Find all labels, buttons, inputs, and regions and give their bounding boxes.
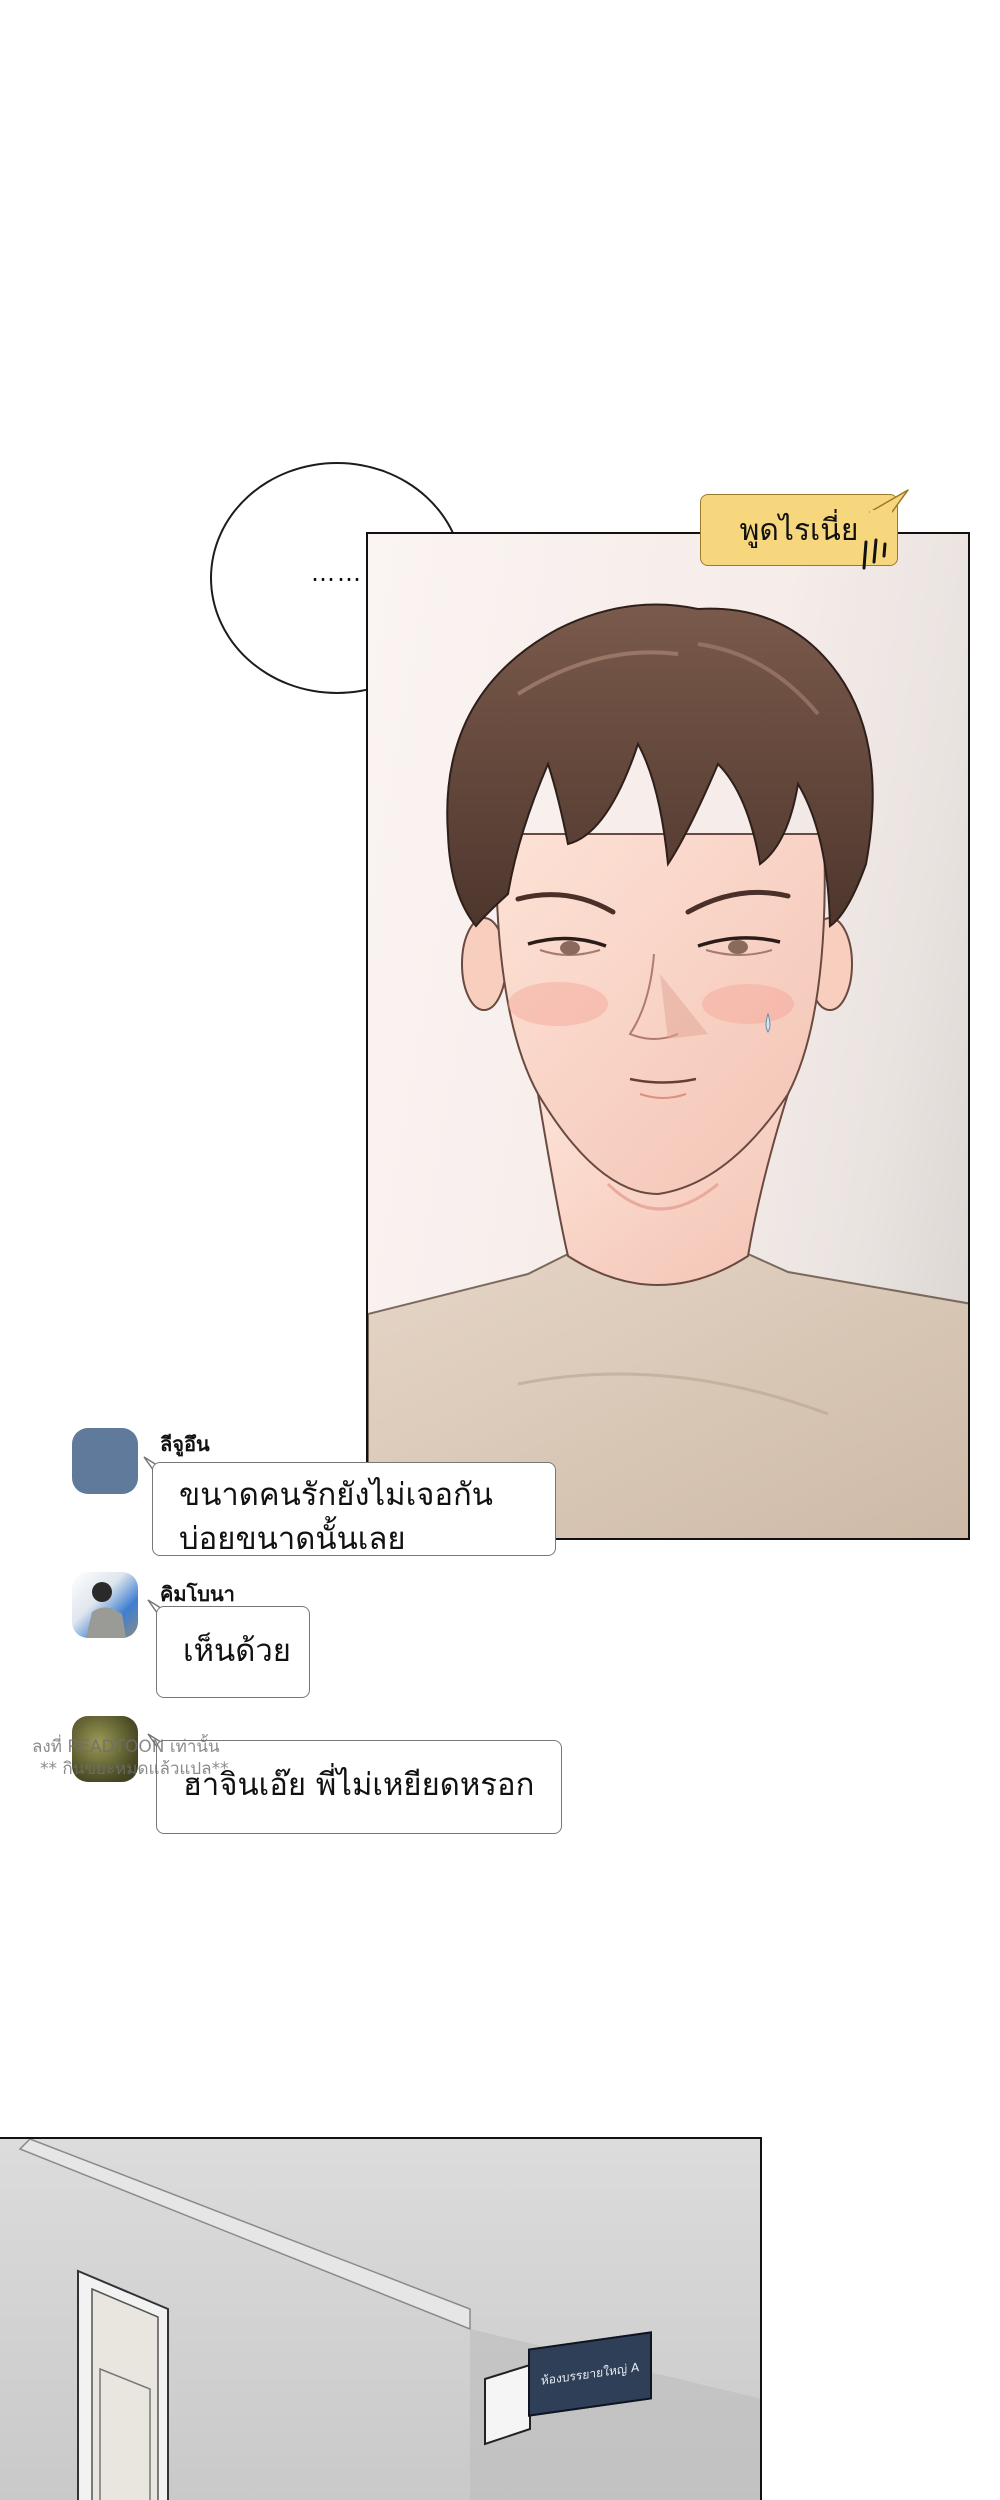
comic-panel-hallway [0, 2137, 762, 2500]
comment-text: ฮาจินเอ๊ย พี่ไม่เหยียดหรอก [183, 1767, 535, 1803]
avatar [72, 1572, 138, 1638]
sweat-lines-icon [862, 538, 887, 570]
comment-text: ขนาดคนรักยังไม่เจอกัน [179, 1477, 493, 1513]
chat-bubble: เห็นด้วย [156, 1606, 310, 1698]
comment-text: เห็นด้วย [183, 1633, 291, 1669]
avatar-illustration [86, 1582, 126, 1638]
watermark: ลงที่ READTOON เท่านั้น ** กินขยะหมดแล้ว… [32, 1736, 229, 1780]
chat-bubble: ขนาดคนรักยังไม่เจอกัน บ่อยขนาดนั้นเลย [152, 1462, 556, 1557]
room-sign-text: ห้องบรรยายใหญ่ A [540, 2359, 640, 2388]
comment-text: บ่อยขนาดนั้นเลย [179, 1521, 406, 1557]
watermark-line: ** กินขยะหมดแล้วแปล** [40, 1759, 229, 1779]
hallway-illustration [18, 2139, 760, 2500]
speech-tag-text: พูดไรเนี่ย [739, 512, 859, 548]
comic-panel-main [366, 532, 970, 1540]
character-illustration [368, 603, 968, 1538]
speech-bubble-text: …… [311, 559, 363, 587]
comment-author-name: ลีจูอึน [160, 1432, 210, 1456]
avatar [72, 1428, 138, 1494]
watermark-line: ลงที่ READTOON เท่านั้น [32, 1737, 220, 1757]
speech-tag-tail [869, 489, 909, 514]
